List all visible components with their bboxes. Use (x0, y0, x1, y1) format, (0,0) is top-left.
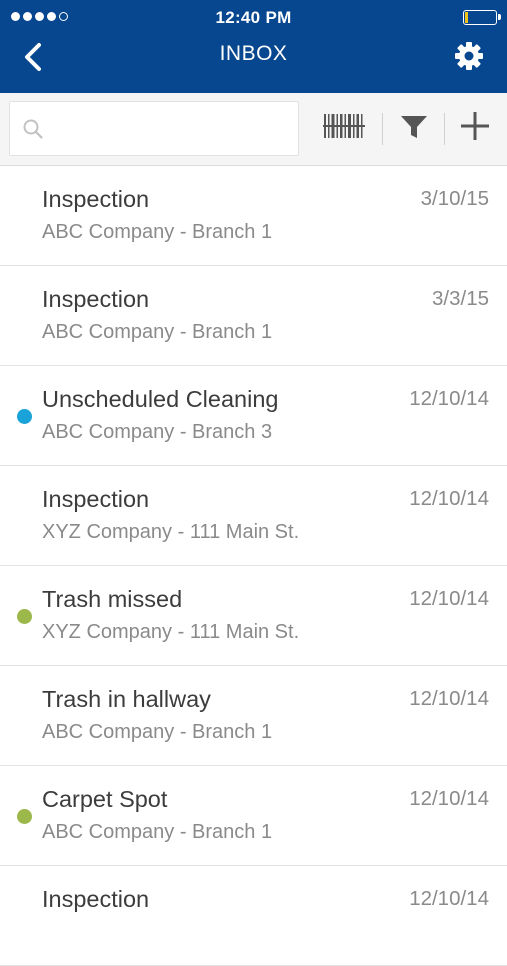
message-subtitle: XYZ Company - 111 Main St. (42, 621, 300, 643)
app-header: 12:40 PM INBOX (0, 0, 507, 93)
message-row[interactable]: Unscheduled Cleaning ABC Company - Branch… (0, 366, 507, 466)
page-title: INBOX (219, 42, 288, 65)
filter-icon[interactable] (399, 111, 429, 141)
toolbar-divider (444, 113, 445, 145)
search-input[interactable] (54, 112, 294, 148)
message-date: 12/10/14 (409, 387, 489, 410)
message-title: Carpet Spot (42, 786, 168, 812)
message-title: Inspection (42, 286, 150, 312)
unread-indicator-icon (17, 809, 32, 824)
search-icon (23, 119, 43, 139)
battery-fill (465, 12, 468, 23)
message-title: Inspection (42, 486, 150, 512)
barcode-icon[interactable] (323, 111, 365, 141)
status-time: 12:40 PM (215, 8, 292, 27)
message-row[interactable]: Carpet Spot ABC Company - Branch 1 12/10/1… (0, 766, 507, 866)
message-row[interactable]: Inspection 12/10/14 (0, 866, 507, 966)
message-title: Unscheduled Cleaning (42, 386, 279, 412)
battery-icon (463, 10, 501, 25)
message-date: 12/10/14 (409, 787, 489, 810)
unread-indicator-icon (17, 409, 32, 424)
list-toolbar (0, 93, 507, 166)
message-subtitle: ABC Company - Branch 1 (42, 221, 273, 243)
message-date: 12/10/14 (409, 587, 489, 610)
toolbar-divider (382, 113, 383, 145)
message-row[interactable]: Trash in hallway ABC Company - Branch 1 12… (0, 666, 507, 766)
message-subtitle: XYZ Company - 111 Main St. (42, 521, 300, 543)
status-bar: 12:40 PM (0, 0, 507, 36)
plus-icon[interactable] (459, 111, 491, 141)
message-date: 12/10/14 (409, 887, 489, 910)
message-date: 12/10/14 (409, 487, 489, 510)
message-subtitle: ABC Company - Branch 1 (42, 321, 273, 343)
message-date: 12/10/14 (409, 687, 489, 710)
message-title: Trash missed (42, 586, 183, 612)
message-title: Inspection (42, 186, 150, 212)
message-row[interactable]: Trash missed XYZ Company - 111 Main St. 12… (0, 566, 507, 666)
search-box[interactable] (9, 101, 299, 156)
message-list: Inspection ABC Company - Branch 1 3/10/15 I… (0, 166, 507, 966)
message-subtitle: ABC Company - Branch 3 (42, 421, 273, 443)
message-subtitle: ABC Company - Branch 1 (42, 721, 273, 743)
message-subtitle: ABC Company - Branch 1 (42, 821, 273, 843)
message-title: Trash in hallway (42, 686, 211, 712)
message-row[interactable]: Inspection ABC Company - Branch 1 3/3/15 (0, 266, 507, 366)
message-row[interactable]: Inspection ABC Company - Branch 1 3/10/15 (0, 166, 507, 266)
unread-indicator-icon (17, 609, 32, 624)
message-date: 3/3/15 (432, 287, 489, 310)
message-row[interactable]: Inspection XYZ Company - 111 Main St. 12/1… (0, 466, 507, 566)
message-date: 3/10/15 (420, 187, 489, 210)
gear-icon[interactable] (454, 41, 484, 71)
